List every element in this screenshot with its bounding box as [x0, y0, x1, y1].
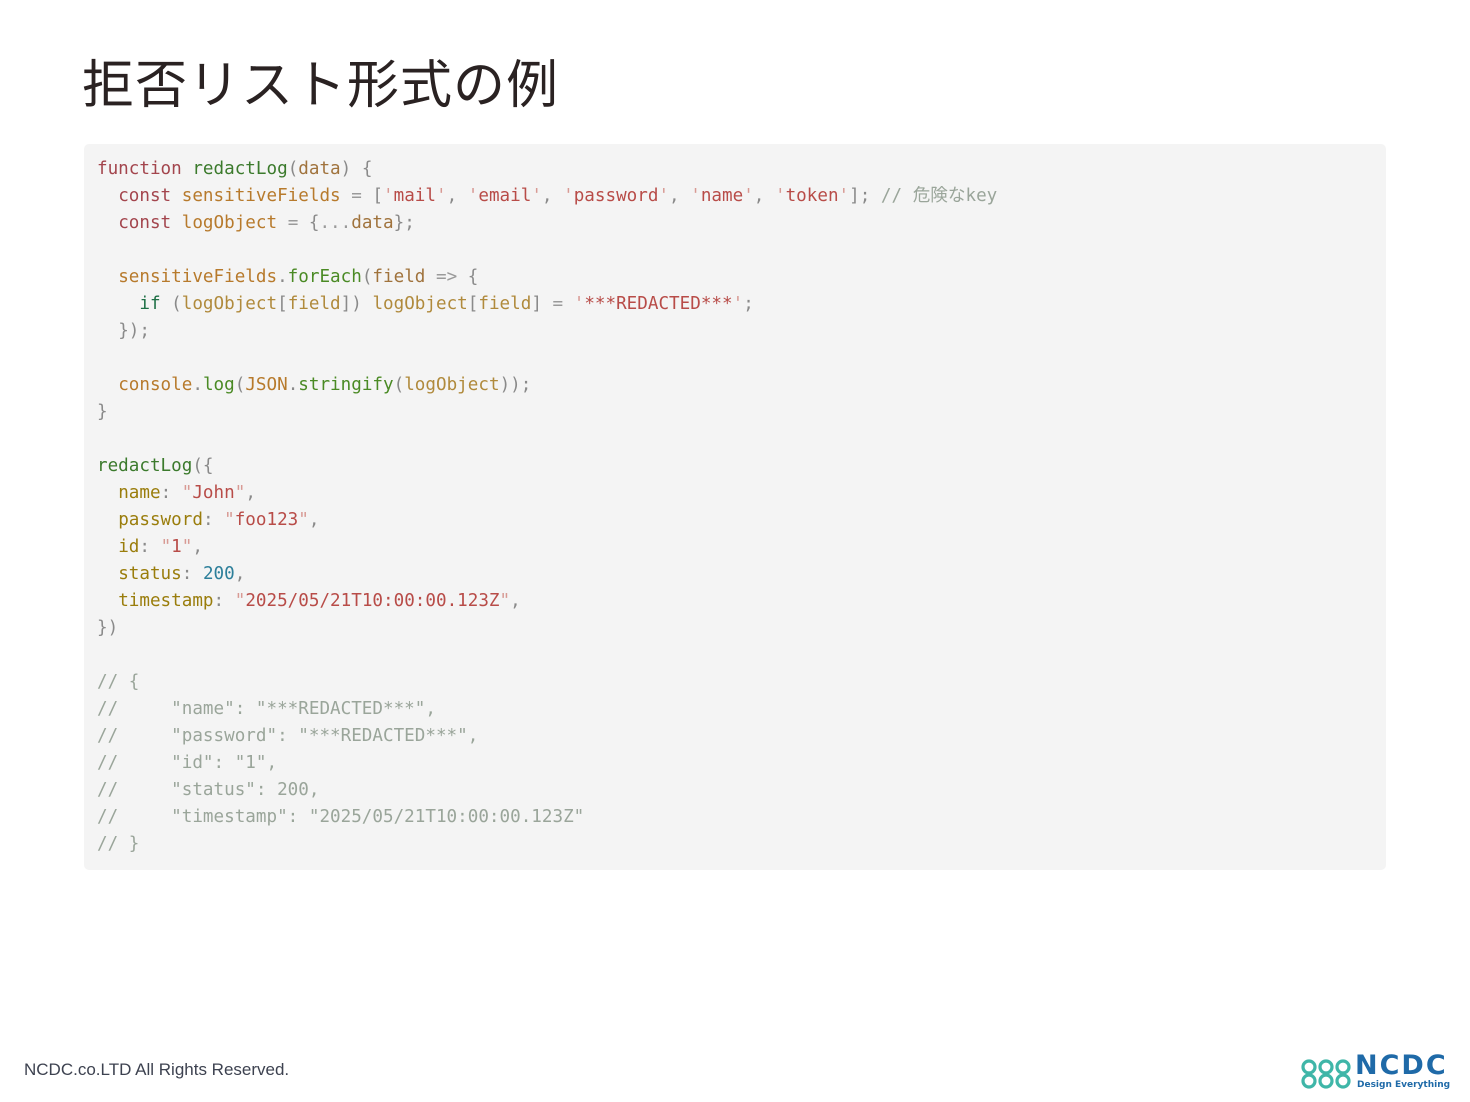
- code-line-22: // "password": "***REDACTED***",: [97, 726, 479, 746]
- code-line-25: // "timestamp": "2025/05/21T10:00:00.123…: [97, 807, 585, 827]
- code-line-13: name: "John",: [118, 483, 256, 503]
- code-block: function redactLog(data) { const sensiti…: [84, 144, 1386, 870]
- code-line-17: timestamp: "2025/05/21T10:00:00.123Z",: [118, 591, 521, 611]
- logo-tagline: Design Everything: [1357, 1080, 1451, 1090]
- code-line-18: }): [97, 618, 119, 638]
- code-line-26: // }: [97, 834, 140, 854]
- code-line-1: function redactLog(data) {: [97, 159, 373, 179]
- footer-copyright: NCDC.co.LTD All Rights Reserved.: [24, 1060, 290, 1079]
- code-line-20: // {: [97, 672, 140, 692]
- code-line-7: });: [118, 321, 150, 341]
- code-line-5: sensitiveFields.forEach(field => {: [118, 267, 479, 287]
- code-line-23: // "id": "1",: [97, 753, 278, 773]
- code-line-9: console.log(JSON.stringify(logObject));: [118, 375, 532, 395]
- logo-wordmark: NCDC: [1355, 1050, 1448, 1081]
- code-line-15: id: "1",: [118, 537, 203, 557]
- code-line-6: if (logObject[field]) logObject[field] =…: [139, 294, 754, 314]
- code-line-14: password: "foo123",: [118, 510, 320, 530]
- code-line-16: status: 200,: [118, 564, 246, 584]
- code-line-12: redactLog({: [97, 456, 214, 476]
- interlocking-loops-icon: [1301, 1059, 1351, 1089]
- ncdc-logo: NCDC Design Everything: [1300, 1050, 1451, 1094]
- code-line-24: // "status": 200,: [97, 780, 320, 800]
- code-line-2: const sensitiveFields = ['mail', 'email'…: [118, 186, 998, 206]
- code-line-10: }: [97, 402, 108, 422]
- code-line-3: const logObject = {...data};: [118, 213, 415, 233]
- code-line-21: // "name": "***REDACTED***",: [97, 699, 436, 719]
- slide-title: 拒否リスト形式の例: [82, 56, 560, 116]
